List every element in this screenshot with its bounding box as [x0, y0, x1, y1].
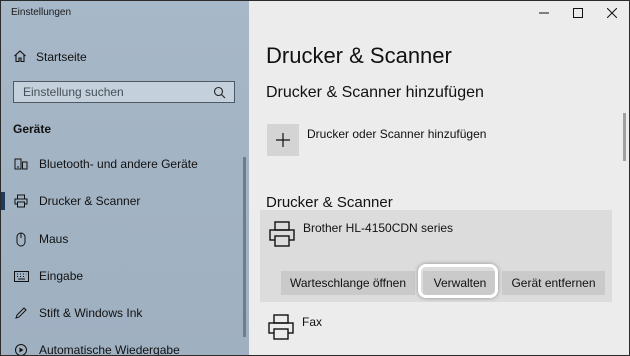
sidebar-item-input[interactable]: Eingabe [1, 263, 241, 289]
plus-icon[interactable] [267, 124, 299, 156]
sidebar-item-bluetooth[interactable]: Bluetooth- und andere Geräte [1, 151, 241, 177]
add-printer-label: Drucker oder Scanner hinzufügen [307, 127, 487, 141]
sidebar-item-printers[interactable]: Drucker & Scanner [1, 188, 241, 214]
sidebar-item-label: Eingabe [39, 269, 84, 283]
window-controls [527, 1, 629, 25]
sidebar-item-label: Automatische Wiedergabe [39, 343, 180, 356]
mouse-icon [13, 232, 29, 247]
add-section-heading: Drucker & Scanner hinzufügen [266, 84, 484, 101]
sidebar-item-autoplay[interactable]: Automatische Wiedergabe [1, 337, 241, 356]
printer-icon [268, 220, 296, 253]
fax-printer-icon [267, 313, 295, 346]
sidebar: Einstellungen Startseite Geräte Bluetoot… [1, 1, 249, 355]
sidebar-scrollbar[interactable] [243, 157, 246, 337]
maximize-icon[interactable] [561, 1, 595, 25]
main-content: Drucker & Scanner Drucker & Scanner hinz… [249, 1, 629, 355]
printer-name: Brother HL-4150CDN series [303, 221, 454, 235]
minimize-icon[interactable] [527, 1, 561, 25]
search-box[interactable] [13, 81, 235, 103]
main-scrollbar[interactable] [623, 113, 626, 161]
focus-highlight [418, 264, 498, 298]
open-queue-button[interactable]: Warteschlange öffnen [281, 271, 415, 295]
bluetooth-devices-icon [13, 157, 29, 171]
remove-device-button[interactable]: Gerät entfernen [502, 271, 605, 295]
add-printer-button[interactable]: Drucker oder Scanner hinzufügen [267, 124, 486, 156]
window-title: Einstellungen [11, 7, 72, 18]
page-title: Drucker & Scanner [266, 43, 452, 68]
search-input[interactable] [23, 85, 203, 99]
printer-item-selected[interactable]: Brother HL-4150CDN series Warteschlange … [260, 210, 612, 302]
sidebar-item-label: Drucker & Scanner [39, 194, 141, 208]
home-label: Startseite [36, 50, 87, 64]
sidebar-item-mouse[interactable]: Maus [1, 226, 241, 252]
search-icon[interactable] [213, 86, 226, 104]
autoplay-icon [13, 343, 29, 355]
keyboard-icon [13, 270, 29, 282]
close-icon[interactable] [595, 1, 629, 25]
printer-icon [13, 194, 29, 208]
printer-name: Fax [302, 315, 323, 329]
sidebar-item-label: Stift & Windows Ink [39, 306, 143, 320]
section-title: Geräte [13, 122, 52, 136]
sidebar-item-label: Bluetooth- und andere Geräte [39, 157, 198, 171]
sidebar-item-pen[interactable]: Stift & Windows Ink [1, 300, 241, 326]
pen-icon [13, 306, 29, 320]
settings-window: Einstellungen Startseite Geräte Bluetoot… [0, 0, 630, 356]
home-icon [13, 49, 36, 66]
printers-list-heading: Drucker & Scanner [266, 194, 393, 211]
home-link[interactable]: Startseite [13, 47, 87, 67]
sidebar-item-label: Maus [39, 232, 69, 246]
